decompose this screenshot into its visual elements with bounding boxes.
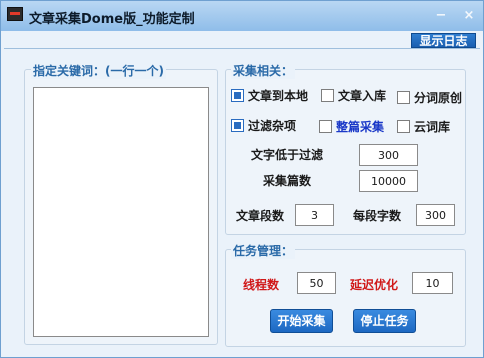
checkbox-full-article[interactable] <box>319 120 332 133</box>
checkbox-segment-original[interactable] <box>397 91 410 104</box>
collect-count-input[interactable] <box>359 170 418 192</box>
minimize-button[interactable]: − <box>433 9 449 23</box>
app-logo-icon <box>7 7 23 21</box>
checkbox-segment-original-label[interactable]: 分词原创 <box>414 91 462 105</box>
keyword-input[interactable] <box>33 87 209 337</box>
words-per-paragraph-label: 每段字数 <box>353 209 402 223</box>
filter-threshold-input[interactable] <box>359 144 418 166</box>
close-button[interactable]: × <box>461 9 477 23</box>
task-group-legend: 任务管理： <box>231 242 296 259</box>
task-group <box>225 249 466 347</box>
start-collect-button[interactable]: 开始采集 <box>270 309 333 333</box>
window-title: 文章采集Dome版_功能定制 <box>29 12 195 27</box>
checkbox-full-article-label[interactable]: 整篇采集 <box>336 120 384 134</box>
app-window: 文章采集Dome版_功能定制 − × 显示日志 指定关键词：(一行一个) 采集相… <box>0 0 484 358</box>
delay-optimize-input[interactable] <box>412 272 453 294</box>
filter-threshold-label: 文字低于过滤 <box>251 148 324 162</box>
toolbar-divider <box>4 48 480 49</box>
checkbox-save-db[interactable] <box>321 89 334 102</box>
checkbox-save-local-label[interactable]: 文章到本地 <box>248 89 308 103</box>
checkbox-filter-misc[interactable] <box>231 119 244 132</box>
collect-group-legend: 采集相关： <box>231 62 296 79</box>
title-bar[interactable]: 文章采集Dome版_功能定制 − × <box>1 1 483 31</box>
checkbox-cloud-dict-label[interactable]: 云词库 <box>414 120 450 134</box>
keyword-group-legend: 指定关键词：(一行一个) <box>31 62 166 79</box>
collect-count-label: 采集篇数 <box>263 174 312 188</box>
checkbox-cloud-dict[interactable] <box>397 120 410 133</box>
show-log-button[interactable]: 显示日志 <box>411 33 476 48</box>
words-per-paragraph-input[interactable] <box>416 204 455 226</box>
checkbox-save-local[interactable] <box>231 89 244 102</box>
checkbox-filter-misc-label[interactable]: 过滤杂项 <box>248 119 296 133</box>
stop-task-button[interactable]: 停止任务 <box>353 309 416 333</box>
paragraph-count-input[interactable] <box>295 204 334 226</box>
thread-count-label: 线程数 <box>243 278 280 292</box>
paragraph-count-label: 文章段数 <box>236 209 285 223</box>
checkbox-save-db-label[interactable]: 文章入库 <box>338 89 386 103</box>
thread-count-input[interactable] <box>297 272 336 294</box>
delay-optimize-label: 延迟优化 <box>350 278 399 292</box>
